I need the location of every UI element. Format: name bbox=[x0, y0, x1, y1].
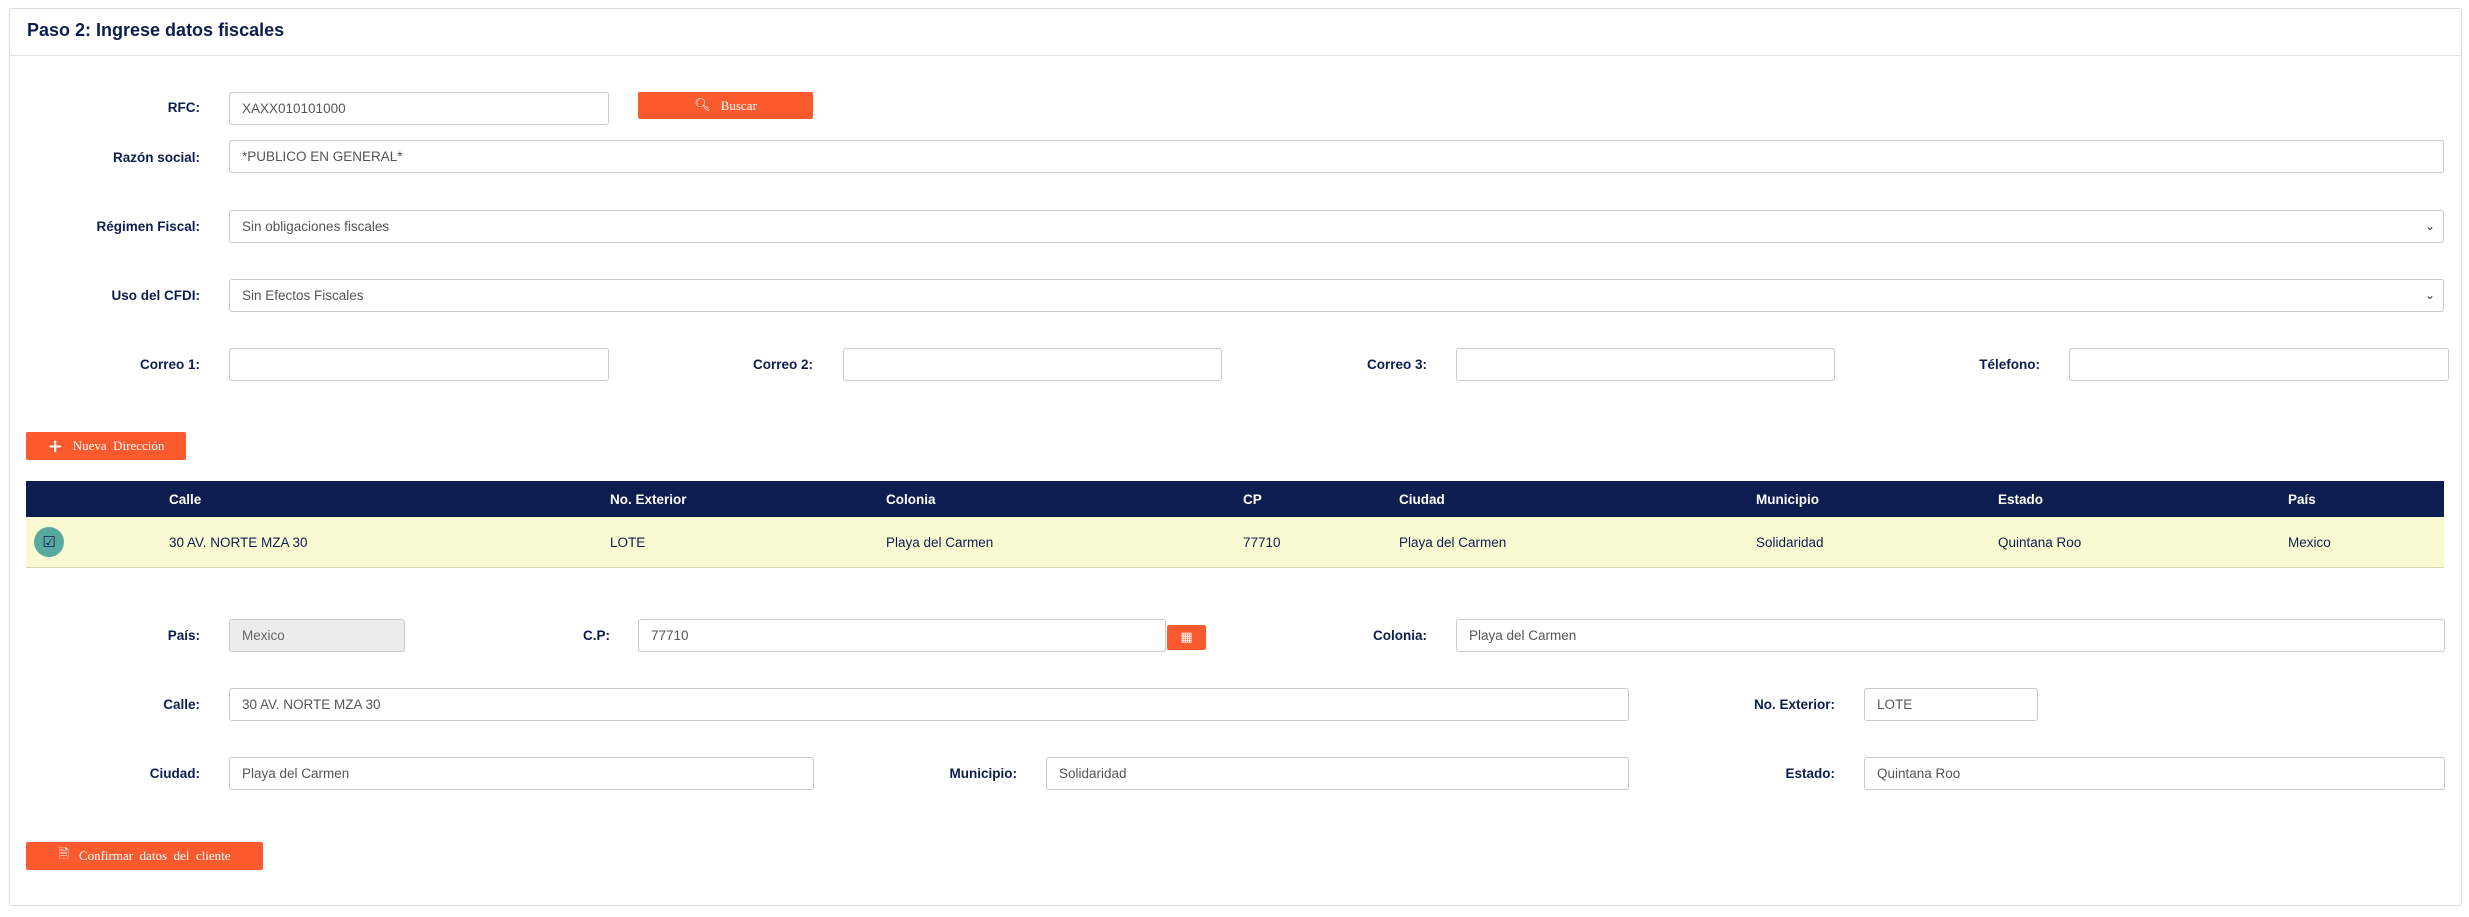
correo2-label: Correo 2: bbox=[752, 357, 813, 372]
panel-header: Paso 2: Ingrese datos fiscales bbox=[10, 9, 2461, 56]
buscar-button[interactable]: 🔍︎ Buscar bbox=[638, 92, 813, 119]
confirmar-datos-label: Confirmar datos del cliente bbox=[78, 848, 231, 863]
municipio-input[interactable]: Solidaridad bbox=[1046, 757, 1629, 790]
razon-social-label: Razón social: bbox=[112, 150, 200, 165]
calle-input[interactable]: 30 AV. NORTE MZA 30 bbox=[229, 688, 1629, 721]
pais-input: Mexico bbox=[229, 619, 405, 652]
uso-cfdi-label: Uso del CFDI: bbox=[111, 288, 200, 303]
nueva-direccion-button[interactable]: + Nueva Dirección bbox=[26, 432, 186, 460]
correo3-input[interactable] bbox=[1456, 348, 1835, 381]
calle-label: Calle: bbox=[163, 697, 200, 712]
no-exterior-input[interactable]: LOTE bbox=[1864, 688, 2038, 721]
ciudad-label: Ciudad: bbox=[149, 766, 200, 781]
chevron-down-icon: ⌄ bbox=[2424, 288, 2435, 302]
document-icon: 🗎︎ bbox=[58, 847, 69, 862]
table-row[interactable]: ☑ 30 AV. NORTE MZA 30 LOTE Playa del Car… bbox=[26, 517, 2444, 568]
ciudad-input[interactable]: Playa del Carmen bbox=[229, 757, 814, 790]
page-title: Paso 2: Ingrese datos fiscales bbox=[27, 20, 285, 40]
cell-cp: 77710 bbox=[1243, 517, 1399, 568]
regimen-fiscal-label: Régimen Fiscal: bbox=[96, 219, 200, 234]
telefono-input[interactable] bbox=[2069, 348, 2449, 381]
row-select-cell[interactable]: ☑ bbox=[26, 517, 169, 568]
estado-label: Estado: bbox=[1785, 766, 1835, 781]
address-table: Calle No. Exterior Colonia CP Ciudad Mun… bbox=[26, 481, 2444, 568]
telefono-label: Télefono: bbox=[1979, 357, 2040, 372]
uso-cfdi-value: Sin Efectos Fiscales bbox=[242, 288, 364, 303]
cp-input[interactable]: 77710 bbox=[638, 619, 1166, 652]
colonia-label: Colonia: bbox=[1373, 628, 1427, 643]
correo1-input[interactable] bbox=[229, 348, 609, 381]
cell-estado: Quintana Roo bbox=[1998, 517, 2288, 568]
rfc-input[interactable]: XAXX010101000 bbox=[229, 92, 609, 125]
cell-pais: Mexico bbox=[2288, 517, 2444, 568]
estado-input[interactable]: Quintana Roo bbox=[1864, 757, 2445, 790]
regimen-fiscal-select[interactable]: Sin obligaciones fiscales ⌄ bbox=[229, 210, 2444, 243]
table-header-cp: CP bbox=[1243, 491, 1262, 507]
search-icon: 🔍︎ bbox=[694, 98, 711, 113]
cell-calle: 30 AV. NORTE MZA 30 bbox=[169, 517, 610, 568]
correo2-input[interactable] bbox=[843, 348, 1222, 381]
calendar-icon: ▦ bbox=[1180, 630, 1193, 645]
razon-social-input[interactable]: *PUBLICO EN GENERAL* bbox=[229, 140, 2444, 173]
cell-ciudad: Playa del Carmen bbox=[1399, 517, 1756, 568]
chevron-down-icon: ⌄ bbox=[2424, 219, 2435, 233]
buscar-button-label: Buscar bbox=[720, 97, 757, 113]
rfc-label: RFC: bbox=[167, 100, 200, 115]
table-header-colonia: Colonia bbox=[886, 491, 936, 507]
cp-label: C.P: bbox=[583, 628, 610, 643]
no-exterior-label: No. Exterior: bbox=[1753, 697, 1835, 712]
table-header-pais: País bbox=[2288, 491, 2316, 507]
confirmar-datos-button[interactable]: 🗎︎ Confirmar datos del cliente bbox=[26, 842, 263, 870]
plus-icon: + bbox=[47, 435, 63, 457]
cell-colonia: Playa del Carmen bbox=[886, 517, 1243, 568]
cell-no-exterior: LOTE bbox=[610, 517, 886, 568]
cp-lookup-button[interactable]: ▦ bbox=[1167, 625, 1206, 650]
municipio-label: Municipio: bbox=[949, 766, 1018, 781]
uso-cfdi-select[interactable]: Sin Efectos Fiscales ⌄ bbox=[229, 279, 2444, 312]
nueva-direccion-label: Nueva Dirección bbox=[72, 438, 165, 453]
table-header-estado: Estado bbox=[1998, 491, 2044, 507]
colonia-input[interactable]: Playa del Carmen bbox=[1456, 619, 2445, 652]
table-header-ciudad: Ciudad bbox=[1399, 491, 1445, 507]
regimen-fiscal-value: Sin obligaciones fiscales bbox=[242, 219, 390, 234]
table-header-no-exterior: No. Exterior bbox=[610, 491, 687, 507]
pais-label: País: bbox=[167, 628, 200, 643]
cell-municipio: Solidaridad bbox=[1756, 517, 1998, 568]
correo3-label: Correo 3: bbox=[1366, 357, 1427, 372]
table-header-calle: Calle bbox=[169, 491, 202, 507]
table-header-municipio: Municipio bbox=[1756, 491, 1819, 507]
table-header-row: Calle No. Exterior Colonia CP Ciudad Mun… bbox=[26, 481, 2444, 517]
table-header-select bbox=[26, 481, 169, 517]
check-icon[interactable]: ☑ bbox=[34, 527, 64, 557]
correo1-label: Correo 1: bbox=[139, 357, 200, 372]
